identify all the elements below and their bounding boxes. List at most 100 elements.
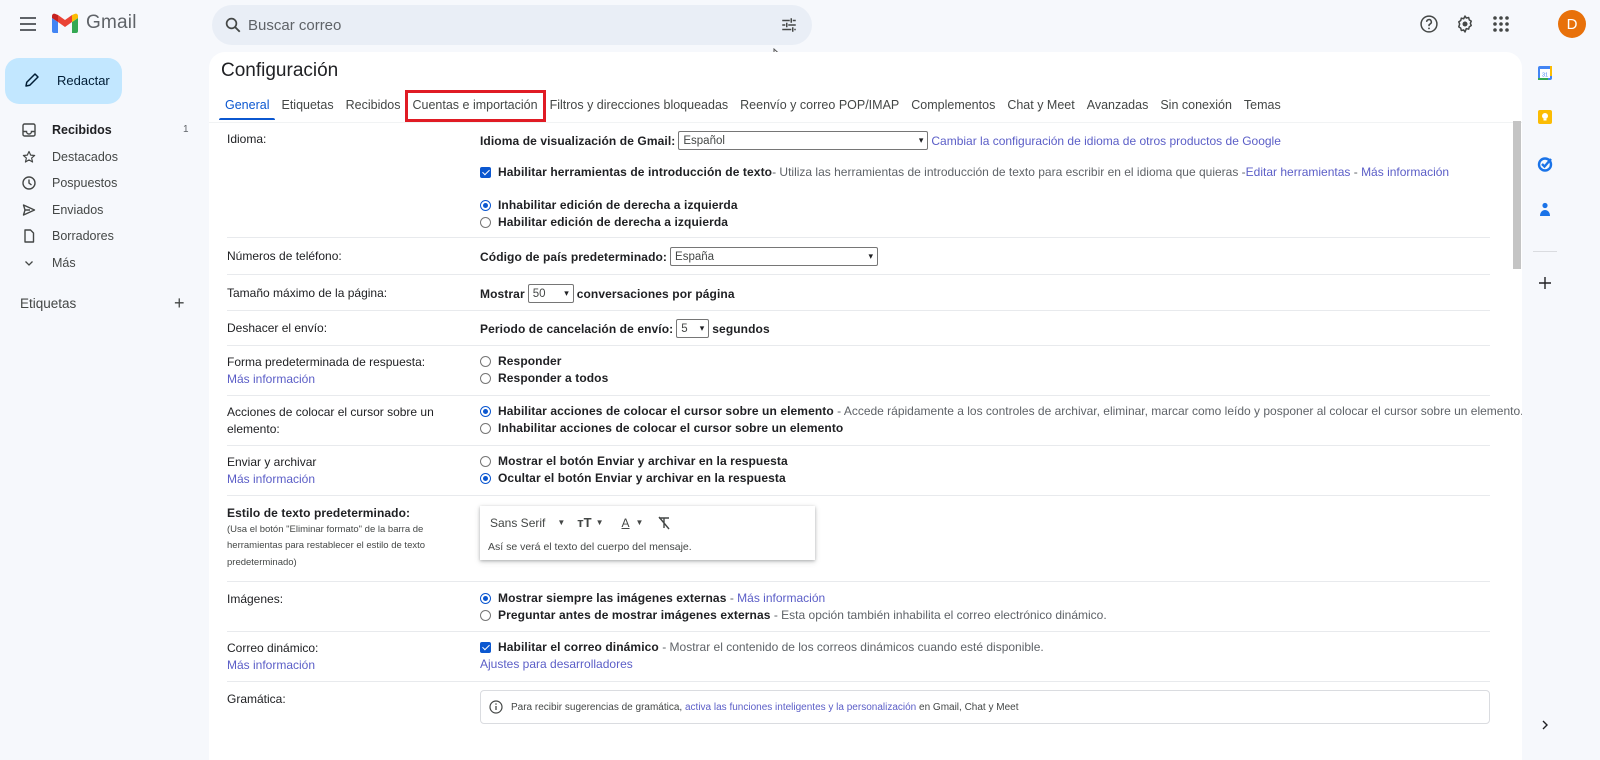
sidebar-item-recibidos[interactable]: Recibidos 1 — [0, 117, 205, 144]
more-info-link[interactable]: Más información — [227, 471, 467, 488]
search-icon[interactable] — [224, 16, 242, 34]
chevron-down-icon: ▾ — [868, 251, 874, 261]
show-send-archive-radio[interactable] — [480, 455, 491, 467]
sidebar-item-mas[interactable]: Más — [0, 250, 205, 277]
size-dropdown-icon[interactable]: ▼ — [596, 518, 604, 527]
tab-sin-conexion[interactable]: Sin conexión — [1154, 92, 1238, 120]
tab-cuentas-importacion[interactable]: Cuentas e importación — [404, 90, 546, 122]
setting-dynamic-email: Correo dinámico: Más información Habilit… — [227, 632, 1490, 682]
text-color-icon[interactable]: A — [622, 516, 630, 530]
search-bar[interactable] — [212, 5, 812, 45]
compose-button[interactable]: Redactar — [5, 58, 122, 104]
tab-etiquetas[interactable]: Etiquetas — [275, 92, 339, 120]
setting-label: Forma predeterminada de respuesta: Más i… — [227, 354, 467, 387]
setting-label: Estilo de texto predeterminado: (Usa el … — [227, 506, 426, 568]
country-code-select[interactable]: España ▾ — [670, 247, 879, 266]
more-info-link[interactable]: Más información — [1361, 165, 1449, 179]
more-info-link[interactable]: Más información — [737, 591, 825, 605]
draft-icon — [22, 229, 36, 243]
sidebar-item-enviados[interactable]: Enviados — [0, 197, 205, 224]
display-language-select[interactable]: Español ▾ — [678, 131, 929, 150]
tab-general[interactable]: General — [219, 92, 276, 120]
remove-formatting-icon[interactable] — [657, 516, 671, 530]
setting-label: Deshacer el envío: — [227, 321, 328, 335]
contacts-icon[interactable] — [1536, 200, 1554, 218]
reply-all-radio[interactable] — [480, 372, 491, 384]
sidebar-item-borradores[interactable]: Borradores — [0, 223, 205, 250]
hover-disable-radio[interactable] — [480, 422, 491, 434]
page-title: Configuración — [221, 60, 339, 81]
gear-icon[interactable] — [1453, 12, 1477, 36]
more-info-link[interactable]: Más información — [227, 371, 467, 388]
text-style-sample: Así se verá el texto del cuerpo del mens… — [488, 541, 692, 553]
dynamic-email-checkbox[interactable] — [480, 641, 491, 653]
avatar[interactable]: D — [1558, 10, 1586, 38]
sidebar-item-pospuestos[interactable]: Pospuestos — [0, 170, 205, 197]
tab-chat-meet[interactable]: Chat y Meet — [1001, 92, 1080, 120]
apps-icon[interactable] — [1489, 12, 1513, 36]
rtl-off-radio[interactable] — [480, 199, 491, 211]
settings-panel: Configuración General Etiquetas Recibido… — [209, 52, 1522, 760]
pencil-icon — [25, 73, 39, 87]
setting-label: Tamaño máximo de la página: — [227, 286, 388, 300]
sidebar-item-label: Enviados — [52, 202, 104, 217]
developer-settings-link[interactable]: Ajustes para desarrolladores — [480, 657, 633, 671]
change-language-link[interactable]: Cambiar la configuración de idioma de ot… — [931, 134, 1281, 148]
clock-icon — [22, 176, 36, 190]
undo-send-select[interactable]: 5 ▾ — [676, 319, 710, 338]
sidebar-item-label: Pospuestos — [52, 176, 118, 190]
settings-tabs: General Etiquetas Recibidos Cuentas e im… — [219, 90, 1287, 122]
setting-page-size: Tamaño máximo de la página: Mostrar 50 ▾ … — [227, 275, 1490, 311]
tune-icon[interactable] — [780, 16, 798, 34]
text-size-icon[interactable]: тT — [577, 515, 591, 530]
page-size-select[interactable]: 50 ▾ — [527, 284, 574, 303]
display-language-label: Idioma de visualización de Gmail: — [480, 133, 676, 148]
edit-tools-link[interactable]: Editar herramientas — [1246, 165, 1351, 179]
tab-complementos[interactable]: Complementos — [905, 92, 1001, 120]
sidebar-item-label: Recibidos — [52, 123, 112, 137]
setting-label: Correo dinámico: Más información — [227, 640, 467, 673]
color-dropdown-icon[interactable]: ▼ — [636, 518, 644, 527]
sidebar-item-label: Borradores — [52, 229, 114, 243]
labels-header: Etiquetas — [20, 296, 77, 311]
setting-grammar: Gramática: Para recibir sugerencias de g… — [227, 682, 1490, 742]
gmail-logo[interactable]: Gmail — [52, 12, 137, 34]
scrollbar[interactable] — [1513, 121, 1521, 269]
tasks-icon[interactable] — [1536, 155, 1554, 173]
rtl-on-radio[interactable] — [480, 216, 491, 228]
tab-filtros[interactable]: Filtros y direcciones bloqueadas — [544, 92, 735, 120]
svg-text:31: 31 — [1542, 73, 1548, 79]
hover-enable-radio[interactable] — [480, 405, 491, 417]
keep-icon[interactable] — [1536, 108, 1554, 126]
setting-label: Enviar y archivar Más información — [227, 454, 467, 487]
tab-avanzadas[interactable]: Avanzadas — [1081, 92, 1155, 120]
hide-send-archive-radio[interactable] — [480, 472, 491, 484]
setting-label: Gramática: — [227, 692, 286, 706]
reply-radio[interactable] — [480, 355, 491, 367]
rail-divider — [1533, 251, 1557, 252]
font-dropdown-icon[interactable]: ▼ — [557, 518, 565, 527]
input-tools-checkbox[interactable] — [480, 166, 491, 178]
add-icon[interactable] — [1536, 274, 1554, 292]
search-input[interactable] — [248, 5, 748, 45]
tab-reenvio[interactable]: Reenvío y correo POP/IMAP — [734, 92, 905, 120]
menu-icon[interactable] — [16, 12, 40, 36]
compose-label: Redactar — [57, 73, 110, 88]
setting-undo-send: Deshacer el envío: Periodo de cancelació… — [227, 311, 1490, 346]
setting-phone: Números de teléfono: Código de país pred… — [227, 238, 1490, 275]
top-bar: Gmail D — [0, 0, 1600, 48]
font-family-select[interactable]: Sans Serif — [490, 516, 545, 530]
smart-features-link[interactable]: activa las funciones inteligentes y la p… — [685, 702, 916, 713]
tab-temas[interactable]: Temas — [1238, 92, 1287, 120]
sidebar-item-destacados[interactable]: Destacados — [0, 144, 205, 171]
ask-images-radio[interactable] — [480, 609, 491, 621]
tab-recibidos[interactable]: Recibidos — [340, 92, 407, 120]
help-icon[interactable] — [1417, 12, 1441, 36]
chevron-right-icon[interactable] — [1536, 716, 1554, 734]
chevron-down-icon: ▾ — [699, 323, 705, 333]
setting-label: Acciones de colocar el cursor sobre un e… — [227, 405, 434, 436]
always-show-images-radio[interactable] — [480, 592, 491, 604]
calendar-icon[interactable]: 31 — [1536, 64, 1554, 82]
add-label-button[interactable]: + — [174, 294, 185, 312]
more-info-link[interactable]: Más información — [227, 657, 467, 674]
